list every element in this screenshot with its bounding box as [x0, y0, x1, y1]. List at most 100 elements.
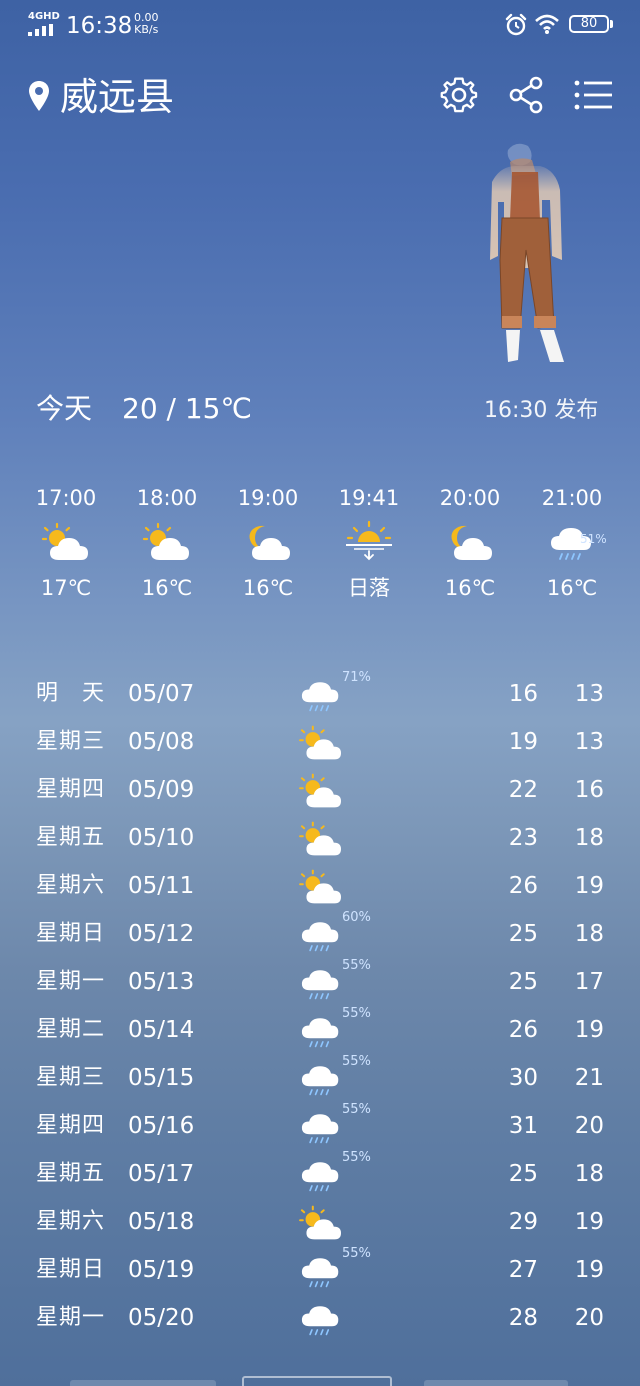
rain-icon	[298, 963, 344, 1003]
hour-time: 17:00	[35, 486, 97, 510]
daily-row[interactable]: 星期五 05/10 23 18	[0, 815, 640, 863]
low-temp: 17	[574, 969, 604, 995]
high-temp: 23	[508, 825, 538, 851]
today-temp-range: 20 / 15℃	[122, 392, 252, 425]
day-name: 星期二	[36, 1017, 106, 1042]
day-name: 星期四	[36, 1113, 106, 1138]
hourly-item: 19:41 日落	[319, 484, 419, 614]
daily-row[interactable]: 星期一 05/20 28 20	[0, 1295, 640, 1343]
alarm-icon	[505, 13, 527, 36]
day-date: 05/08	[128, 729, 195, 755]
battery-icon: 80	[569, 15, 609, 33]
day-date: 05/17	[128, 1161, 195, 1187]
low-temp: 20	[574, 1305, 604, 1331]
daily-row[interactable]: 星期三 05/15 55% 30 21	[0, 1055, 640, 1103]
hour-time: 20:00	[439, 486, 501, 510]
page-indicator	[0, 1376, 640, 1386]
daily-row[interactable]: 星期五 05/17 55% 25 18	[0, 1151, 640, 1199]
partly-cloudy-day-icon	[41, 520, 91, 564]
daily-row[interactable]: 星期四 05/09 22 16	[0, 767, 640, 815]
hourly-item: 20:00 16℃	[420, 484, 520, 614]
partly-cloudy-day-icon	[298, 771, 344, 811]
day-date: 05/09	[128, 777, 195, 803]
partly-cloudy-day-icon	[298, 867, 344, 907]
day-name: 星期六	[36, 873, 106, 898]
day-name: 星期六	[36, 1209, 106, 1234]
location-pin-icon[interactable]	[28, 80, 50, 112]
low-temp: 16	[574, 777, 604, 803]
daily-forecast[interactable]: 明 天 05/07 71% 16 13 星期三 05/08 19 13 星期四 05/09 22 16 星…	[0, 671, 640, 1343]
precip-probability: 60%	[342, 910, 371, 925]
daily-row[interactable]: 星期一 05/13 55% 25 17	[0, 959, 640, 1007]
daily-row[interactable]: 星期六 05/18 29 19	[0, 1199, 640, 1247]
low-temp: 13	[574, 729, 604, 755]
day-name: 星期五	[36, 1161, 106, 1186]
daily-row[interactable]: 星期四 05/16 55% 31 20	[0, 1103, 640, 1151]
daily-row[interactable]: 星期六 05/11 26 19	[0, 863, 640, 911]
low-temp: 18	[574, 1161, 604, 1187]
partly-cloudy-day-icon	[142, 520, 192, 564]
high-temp: 28	[508, 1305, 538, 1331]
hour-temp: 16℃	[546, 576, 598, 600]
precip-probability: 71%	[342, 670, 371, 685]
partly-cloudy-night-icon	[445, 520, 495, 564]
day-date: 05/14	[128, 1017, 195, 1043]
network-type: 4GHD	[28, 11, 60, 22]
rain-icon	[298, 1251, 344, 1291]
menu-icon[interactable]	[574, 80, 612, 110]
today-label: 今天	[36, 392, 93, 425]
high-temp: 22	[508, 777, 538, 803]
hour-time: 19:41	[338, 486, 400, 510]
high-temp: 25	[508, 1161, 538, 1187]
day-name: 星期日	[36, 921, 106, 946]
sunset-icon	[344, 520, 394, 564]
network-speed: 0.00 KB/s	[134, 12, 159, 36]
precip-probability: 55%	[342, 958, 371, 973]
day-name: 星期三	[36, 729, 106, 754]
low-temp: 18	[574, 825, 604, 851]
sunset-label: 日落	[348, 576, 390, 600]
rain-icon	[298, 1107, 344, 1147]
hourly-forecast[interactable]: 17:00 17℃ 18:00 16℃ 19:00 16℃ 19:41 日落 2…	[0, 484, 640, 614]
low-temp: 13	[574, 681, 604, 707]
share-icon[interactable]	[508, 76, 544, 114]
low-temp: 20	[574, 1113, 604, 1139]
battery-tip	[610, 20, 613, 28]
settings-icon[interactable]	[440, 76, 478, 114]
day-date: 05/20	[128, 1305, 195, 1331]
high-temp: 26	[508, 1017, 538, 1043]
high-temp: 31	[508, 1113, 538, 1139]
high-temp: 16	[508, 681, 538, 707]
day-date: 05/18	[128, 1209, 195, 1235]
hour-time: 19:00	[237, 486, 299, 510]
low-temp: 19	[574, 1209, 604, 1235]
day-date: 05/16	[128, 1113, 195, 1139]
publish-time: 16:30 发布	[484, 398, 599, 423]
low-temp: 18	[574, 921, 604, 947]
day-name: 星期一	[36, 969, 106, 994]
daily-row[interactable]: 星期日 05/12 60% 25 18	[0, 911, 640, 959]
day-date: 05/07	[128, 681, 195, 707]
daily-row[interactable]: 星期二 05/14 55% 26 19	[0, 1007, 640, 1055]
hourly-item: 21:00 51% 16℃	[522, 484, 622, 614]
wifi-icon	[535, 14, 559, 34]
daily-row[interactable]: 星期三 05/08 19 13	[0, 719, 640, 767]
day-date: 05/12	[128, 921, 195, 947]
hour-time: 21:00	[541, 486, 603, 510]
day-name: 星期日	[36, 1257, 106, 1282]
clock: 16:38	[66, 13, 133, 39]
partly-cloudy-day-icon	[298, 819, 344, 859]
low-temp: 19	[574, 1017, 604, 1043]
page-indicator-segment	[70, 1380, 216, 1386]
daily-row[interactable]: 明 天 05/07 71% 16 13	[0, 671, 640, 719]
day-date: 05/10	[128, 825, 195, 851]
city-name[interactable]: 威远县	[60, 72, 174, 122]
precip-probability: 55%	[342, 1006, 371, 1021]
high-temp: 27	[508, 1257, 538, 1283]
battery-level: 80	[580, 16, 598, 31]
low-temp: 19	[574, 1257, 604, 1283]
day-name: 明 天	[36, 681, 106, 706]
precip-probability: 55%	[342, 1054, 371, 1069]
daily-row[interactable]: 星期日 05/19 55% 27 19	[0, 1247, 640, 1295]
rain-icon	[298, 1011, 344, 1051]
